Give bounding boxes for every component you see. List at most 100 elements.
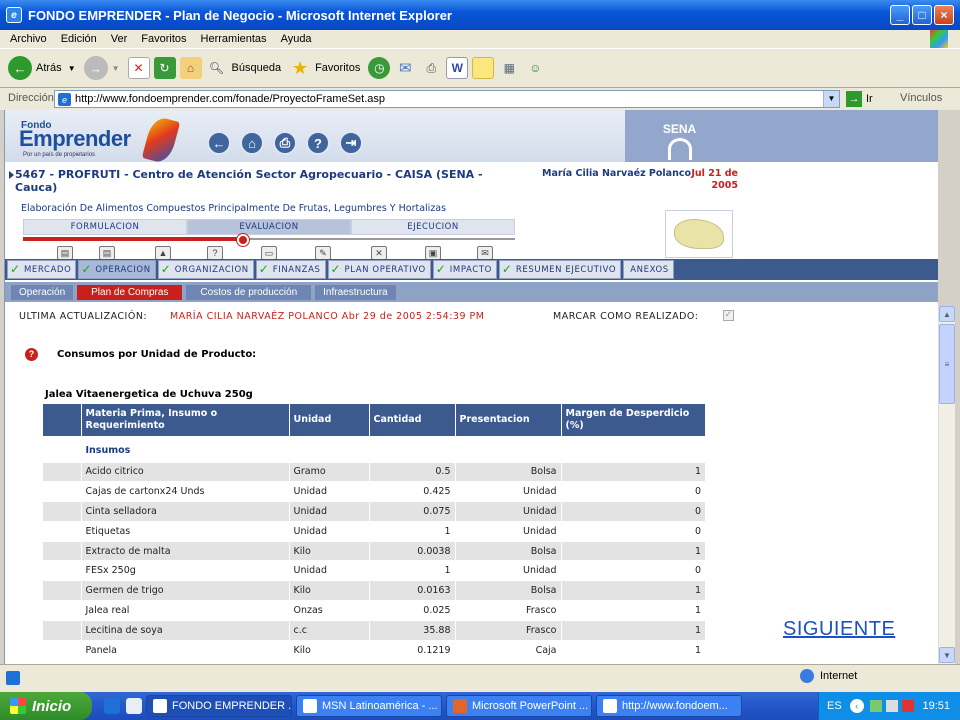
tab-label: MERCADO (24, 264, 72, 275)
links-label[interactable]: Vínculos (900, 92, 942, 104)
close-button[interactable]: × (934, 5, 954, 25)
tab-finanzas[interactable]: ✓ FINANZAS (255, 260, 326, 279)
window-titlebar: e FONDO EMPRENDER - Plan de Negocio - Mi… (0, 0, 960, 30)
cell-presentacion: Frasco (455, 620, 562, 641)
project-title-text: 5467 - PROFRUTI - Centro de Atención Sec… (15, 168, 483, 194)
tab-impacto[interactable]: ✓ IMPACTO (432, 260, 497, 279)
edit-word-icon[interactable]: W (446, 57, 469, 79)
search-button[interactable]: 🔍︎ Búsqueda (206, 57, 281, 79)
col-header-cantidad: Cantidad (369, 404, 456, 436)
print-nav-icon[interactable]: ⎙ (273, 131, 297, 155)
task-fondo-emprender[interactable]: FONDO EMPRENDER ... (146, 695, 292, 717)
siguiente-link[interactable]: SIGUIENTE (783, 618, 895, 641)
scroll-up-icon[interactable]: ▲ (939, 306, 955, 322)
phase-formulacion[interactable]: FORMULACION (23, 219, 187, 235)
subtab-operacion[interactable]: Operación (11, 284, 74, 300)
back-button[interactable]: ← Atrás ▼ (8, 56, 76, 80)
sena-emblem-icon (667, 138, 692, 160)
print-icon[interactable]: ⎙ (420, 57, 442, 79)
cell-material: Jalea real (81, 600, 290, 621)
menu-herramientas[interactable]: Herramientas (201, 33, 267, 45)
task-powerpoint[interactable]: Microsoft PowerPoint ... (446, 695, 592, 717)
discuss-icon[interactable] (472, 57, 495, 79)
back-nav-icon[interactable]: ← (207, 131, 231, 155)
start-button[interactable]: Inicio (0, 692, 92, 720)
address-url: http://www.fondoemprender.com/fonade/Pro… (75, 93, 385, 105)
cell-material: Etiquetas (81, 521, 290, 542)
task-label: FONDO EMPRENDER ... (172, 700, 292, 712)
network-icon[interactable] (869, 700, 882, 712)
cell-cantidad: 0.1219 (369, 640, 456, 661)
minimize-button[interactable]: _ (890, 5, 910, 25)
go-button[interactable]: → Ir (846, 91, 873, 107)
region-map (665, 210, 733, 258)
menu-bar: Archivo Edición Ver Favoritos Herramient… (0, 30, 960, 48)
phase-ejecucion[interactable]: EJECUCION (351, 219, 515, 235)
cell-desperdicio: 0 (561, 481, 706, 503)
volume-icon[interactable] (885, 700, 898, 712)
address-input[interactable]: e http://www.fondoemprender.com/fonade/P… (54, 90, 840, 108)
help-question-icon[interactable]: ? (25, 348, 38, 361)
quicklaunch-ie-icon[interactable] (104, 698, 120, 714)
stop-icon[interactable]: ✕ (127, 57, 150, 79)
mail-icon[interactable]: ✉ (394, 57, 416, 79)
subtab-infraestructura[interactable]: Infraestructura (315, 284, 396, 300)
language-indicator[interactable]: ES (827, 700, 842, 712)
taskbar: Inicio FONDO EMPRENDER ... MSN Latinoamé… (0, 692, 960, 720)
exit-nav-icon[interactable]: ⇥ (339, 131, 363, 155)
tab-mercado[interactable]: ✓ MERCADO (7, 260, 77, 279)
scroll-thumb[interactable]: ≡ (939, 324, 955, 404)
phase-evaluacion[interactable]: EVALUACION (187, 219, 351, 235)
menu-ayuda[interactable]: Ayuda (281, 33, 312, 45)
home-nav-icon[interactable]: ⌂ (240, 131, 264, 155)
messenger-icon[interactable]: ☺ (524, 57, 546, 79)
mark-done-checkbox[interactable]: ✓ (723, 310, 734, 321)
forward-button[interactable]: → ▼ (83, 56, 120, 80)
cell-presentacion: Bolsa (455, 541, 562, 562)
help-nav-icon[interactable]: ? (306, 131, 330, 155)
tab-plan-operativo[interactable]: ✓ PLAN OPERATIVO (327, 260, 431, 279)
system-tray: ES ‹ 19:51 (818, 692, 960, 720)
cell-unidad: Kilo (289, 640, 370, 661)
row-spacer (43, 640, 82, 661)
menu-archivo[interactable]: Archivo (10, 33, 47, 45)
tab-operacion[interactable]: ✓ OPERACION (78, 260, 156, 279)
history-icon[interactable]: ◷ (368, 57, 391, 79)
task-label: Microsoft PowerPoint ... (472, 700, 589, 712)
section-title: Consumos por Unidad de Producto: (57, 349, 257, 360)
step-icon: ▭ (261, 246, 277, 260)
antivirus-icon[interactable] (901, 700, 914, 712)
col-header-material: Materia Prima, Insumo o Requerimiento (81, 404, 290, 436)
subtab-costos-de-produccion[interactable]: Costos de producción (186, 284, 312, 300)
status-bar: Internet (0, 664, 960, 692)
tab-anexos[interactable]: ANEXOS (623, 260, 674, 279)
cell-presentacion: Unidad (455, 481, 562, 503)
forward-arrow-icon: → (83, 56, 108, 80)
maximize-button[interactable]: □ (912, 5, 932, 25)
scroll-down-icon[interactable]: ▼ (939, 647, 955, 663)
cell-material: Panela (81, 640, 290, 661)
menu-favoritos[interactable]: Favoritos (141, 33, 186, 45)
task-msn[interactable]: MSN Latinoamérica - ... (296, 695, 442, 717)
tray-expand-icon[interactable]: ‹ (849, 699, 864, 713)
task-fondoem[interactable]: http://www.fondoem... (596, 695, 742, 717)
cell-unidad: Unidad (289, 560, 370, 582)
refresh-icon[interactable]: ↻ (153, 57, 176, 79)
home-icon[interactable]: ⌂ (179, 57, 202, 79)
progress-line (23, 237, 243, 241)
table-row: FESx 250g Unidad 1 Unidad 0 (43, 560, 706, 582)
address-dropdown-icon[interactable]: ▼ (823, 91, 839, 107)
tab-organizacion[interactable]: ✓ ORGANIZACION (157, 260, 254, 279)
menu-ver[interactable]: Ver (111, 33, 128, 45)
favorites-button[interactable]: ★ Favoritos (289, 57, 360, 79)
zone-label: Internet (820, 670, 858, 682)
research-icon[interactable]: ▦ (498, 57, 520, 79)
subtab-plan-de-compras[interactable]: Plan de Compras (77, 284, 183, 300)
table-row: Lecitina de soya c.c 35.88 Frasco 1 (43, 620, 706, 641)
tab-resumen-ejecutivo[interactable]: ✓ RESUMEN EJECUTIVO (498, 260, 622, 279)
tab-label: ANEXOS (630, 264, 669, 275)
cell-cantidad: 0.0038 (369, 541, 456, 562)
vertical-scrollbar[interactable]: ▲ ≡ ▼ (938, 306, 955, 664)
quicklaunch-desktop-icon[interactable] (126, 698, 142, 714)
menu-edicion[interactable]: Edición (61, 33, 97, 45)
